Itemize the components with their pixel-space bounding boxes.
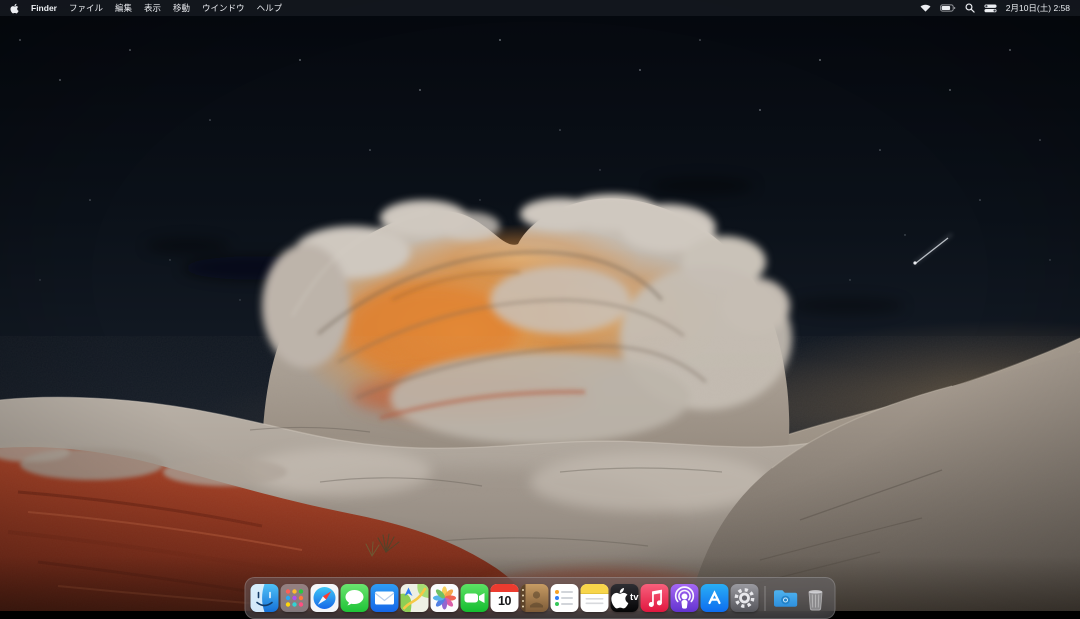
control-center-button[interactable] <box>984 4 997 13</box>
menubar-clock[interactable]: 2月10日(土) 2:58 <box>1006 0 1070 16</box>
menu-file[interactable]: ファイル <box>69 0 103 16</box>
reminders-icon <box>551 584 579 612</box>
mail-icon <box>371 584 399 612</box>
dock-reminders[interactable] <box>551 584 579 612</box>
dock-trash[interactable] <box>802 584 830 612</box>
dock-facetime[interactable] <box>461 584 489 612</box>
dock-launchpad[interactable] <box>281 584 309 612</box>
dock-app-store[interactable] <box>701 584 729 612</box>
calendar-header <box>491 584 519 592</box>
finder-icon <box>251 584 279 612</box>
dock-messages[interactable] <box>341 584 369 612</box>
vignette <box>0 0 1080 611</box>
menubar-app-name[interactable]: Finder <box>31 0 57 16</box>
dock: 10 <box>245 577 836 619</box>
battery-status[interactable] <box>940 4 956 12</box>
apple-logo-icon <box>10 3 19 14</box>
tv-apple-glyph <box>611 584 630 612</box>
apple-menu[interactable] <box>10 3 19 14</box>
maps-icon <box>401 584 429 612</box>
gear-icon <box>731 584 759 612</box>
battery-icon <box>940 4 956 12</box>
dock-safari[interactable] <box>311 584 339 612</box>
dock-tv[interactable]: tv <box>611 584 639 612</box>
messages-icon <box>341 584 369 612</box>
dock-system-settings[interactable] <box>731 584 759 612</box>
dock-separator <box>765 586 766 611</box>
menu-window[interactable]: ウインドウ <box>202 0 245 16</box>
calendar-day: 10 <box>491 592 519 611</box>
spotlight-button[interactable] <box>965 3 975 13</box>
desktop-wallpaper <box>0 0 1080 611</box>
dock-contacts[interactable] <box>521 584 549 612</box>
dock-music[interactable] <box>641 584 669 612</box>
podcasts-icon <box>671 584 699 612</box>
menu-view[interactable]: 表示 <box>144 0 161 16</box>
launchpad-icon <box>281 584 309 612</box>
dock-calendar[interactable]: 10 <box>491 584 519 612</box>
dock-podcasts[interactable] <box>671 584 699 612</box>
folder-icon <box>772 584 800 612</box>
trash-icon <box>802 584 830 612</box>
dock-finder[interactable] <box>251 584 279 612</box>
menu-help[interactable]: ヘルプ <box>257 0 283 16</box>
control-center-icon <box>984 4 997 13</box>
dock-mail[interactable] <box>371 584 399 612</box>
menu-edit[interactable]: 編集 <box>115 0 132 16</box>
menu-bar: Finder ファイル 編集 表示 移動 ウインドウ ヘルプ <box>0 0 1080 16</box>
app-store-icon <box>701 584 729 612</box>
wifi-status[interactable] <box>920 4 931 12</box>
dock-downloads-folder[interactable] <box>772 584 800 612</box>
safari-icon <box>311 584 339 612</box>
dock-maps[interactable] <box>401 584 429 612</box>
dock-photos[interactable] <box>431 584 459 612</box>
facetime-icon <box>461 584 489 612</box>
photos-icon <box>431 584 459 612</box>
wifi-icon <box>920 4 931 12</box>
search-icon <box>965 3 975 13</box>
menu-go[interactable]: 移動 <box>173 0 190 16</box>
notes-icon <box>581 584 609 612</box>
dock-notes[interactable] <box>581 584 609 612</box>
music-icon <box>641 584 669 612</box>
contacts-icon <box>521 584 549 612</box>
tv-label: tv <box>630 584 638 612</box>
